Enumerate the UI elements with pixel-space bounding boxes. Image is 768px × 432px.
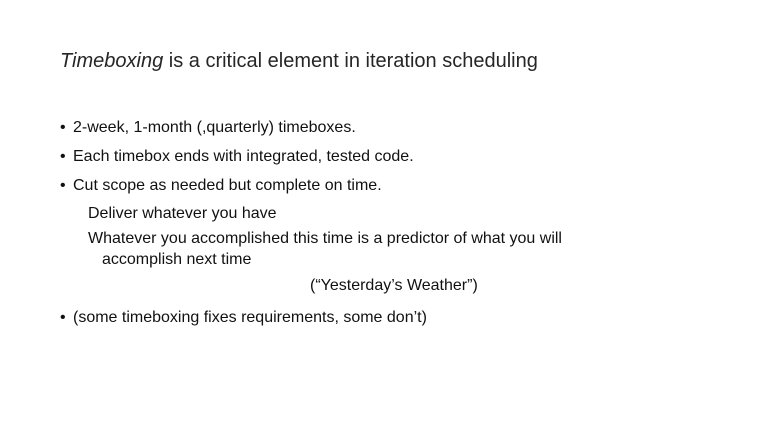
bullet-glyph: • [60, 119, 66, 136]
bullet-item: • (some timeboxing fixes requirements, so… [60, 309, 427, 327]
bullet-glyph: • [60, 309, 66, 326]
bullet-glyph: • [60, 148, 66, 165]
bullet-glyph: • [60, 177, 66, 194]
bullet-text: Cut scope as needed but complete on time… [73, 177, 382, 194]
bullet-item: • Each timebox ends with integrated, test… [60, 148, 414, 166]
sub-item-predictor: Whatever you accomplished this time is a… [88, 230, 562, 247]
bullet-item: • Cut scope as needed but complete on tim… [60, 177, 382, 195]
sub-item-deliver: Deliver whatever you have [88, 205, 277, 222]
title-rest: is a critical element in iteration sched… [163, 50, 538, 72]
sub-item-predictor-continuation: accomplish next time [102, 251, 252, 268]
bullet-text: Each timebox ends with integrated, teste… [73, 148, 414, 165]
bullet-text: 2-week, 1-month (,quarterly) timeboxes. [73, 119, 356, 136]
title-emphasis: Timeboxing [60, 50, 164, 72]
slide: Timeboxing is a critical element in iter… [0, 0, 768, 432]
bullet-item: • 2-week, 1-month (,quarterly) timeboxes. [60, 119, 356, 137]
yesterdays-weather-note: (“Yesterday’s Weather”) [310, 277, 478, 294]
slide-title: Timeboxing is a critical element in iter… [60, 50, 538, 73]
bullet-text: (some timeboxing fixes requirements, som… [73, 309, 427, 326]
